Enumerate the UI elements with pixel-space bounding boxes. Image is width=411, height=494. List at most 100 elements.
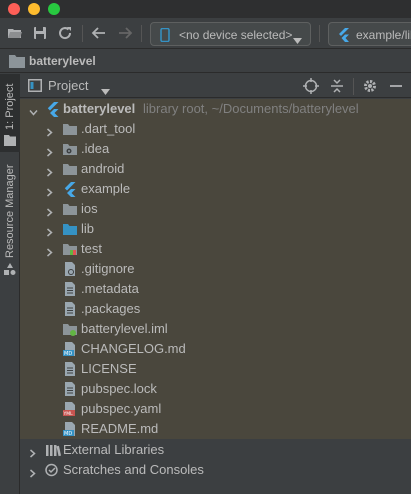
toolbar-divider bbox=[141, 25, 142, 42]
chevron-right-icon[interactable] bbox=[46, 185, 54, 200]
device-selector-label: <no device selected> bbox=[179, 28, 293, 42]
close-window-button[interactable] bbox=[8, 3, 20, 15]
tree-row[interactable]: .packages bbox=[20, 299, 411, 319]
chevron-right-icon[interactable] bbox=[46, 225, 54, 240]
breadcrumb-project[interactable]: batterylevel bbox=[29, 54, 96, 68]
phone-icon bbox=[160, 27, 170, 45]
svg-text:MD: MD bbox=[64, 351, 72, 357]
gitignore-file-icon bbox=[62, 261, 78, 277]
zoom-window-button[interactable] bbox=[48, 3, 60, 15]
tree-row[interactable]: MD CHANGELOG.md bbox=[20, 339, 411, 359]
flutter-icon bbox=[338, 28, 350, 45]
tree-row[interactable]: test bbox=[20, 239, 411, 259]
tree-item-label: .metadata bbox=[81, 281, 139, 296]
tree-row[interactable]: LICENSE bbox=[20, 359, 411, 379]
project-panel: Project batterylevel library root, ~/Doc… bbox=[20, 74, 411, 494]
markdown-file-icon: MD bbox=[62, 341, 78, 357]
text-file-icon bbox=[62, 281, 78, 297]
run-config-selector[interactable]: example/lib bbox=[328, 22, 411, 46]
text-file-icon bbox=[62, 301, 78, 317]
minimize-window-button[interactable] bbox=[28, 3, 40, 15]
tree-item-label: .idea bbox=[81, 141, 110, 156]
project-view-icon bbox=[28, 79, 42, 95]
forward-arrow-icon[interactable] bbox=[117, 25, 133, 41]
window-titlebar bbox=[0, 0, 411, 18]
svg-text:MD: MD bbox=[64, 431, 72, 437]
header-divider bbox=[353, 78, 354, 95]
back-arrow-icon[interactable] bbox=[91, 25, 107, 41]
chevron-right-icon[interactable] bbox=[29, 446, 37, 461]
tree-row[interactable]: YML pubspec.yaml bbox=[20, 399, 411, 419]
tree-row[interactable]: .idea bbox=[20, 139, 411, 159]
open-folder-icon[interactable] bbox=[7, 25, 23, 41]
svg-text:YML: YML bbox=[63, 411, 74, 417]
tree-item-label: .gitignore bbox=[81, 261, 135, 276]
test-folder-icon bbox=[62, 241, 78, 257]
tree-row[interactable]: lib bbox=[20, 219, 411, 239]
tree-row-external-libraries[interactable]: External Libraries bbox=[20, 440, 411, 460]
tree-row[interactable]: .gitignore bbox=[20, 259, 411, 279]
external-libraries-label: External Libraries bbox=[63, 442, 165, 457]
chevron-right-icon[interactable] bbox=[46, 125, 54, 140]
breadcrumb: batterylevel bbox=[0, 49, 411, 73]
tree-item-label: CHANGELOG.md bbox=[81, 341, 186, 356]
tree-row[interactable]: ios bbox=[20, 199, 411, 219]
tab-project[interactable]: 1: Project bbox=[0, 74, 20, 152]
chevron-right-icon[interactable] bbox=[46, 205, 54, 220]
tree-root-label: batterylevel bbox=[63, 101, 136, 116]
tree-item-label: README.md bbox=[81, 421, 159, 436]
iml-file-icon bbox=[62, 321, 78, 337]
tree-item-label: ios bbox=[81, 201, 98, 216]
toolbar-divider bbox=[319, 25, 320, 42]
chevron-down-icon bbox=[293, 32, 302, 47]
tree-row-scratches[interactable]: Scratches and Consoles bbox=[20, 460, 411, 480]
gear-icon[interactable] bbox=[362, 78, 378, 97]
device-selector[interactable]: <no device selected> bbox=[150, 22, 311, 46]
tree-row[interactable]: example bbox=[20, 179, 411, 199]
folder-icon bbox=[62, 161, 78, 177]
chevron-right-icon[interactable] bbox=[29, 466, 37, 481]
chevron-right-icon[interactable] bbox=[46, 165, 54, 180]
save-icon[interactable] bbox=[32, 25, 48, 41]
run-config-label: example/lib bbox=[356, 28, 411, 42]
scratches-label: Scratches and Consoles bbox=[63, 462, 204, 477]
sync-icon[interactable] bbox=[57, 25, 73, 41]
tree-row[interactable]: MD README.md bbox=[20, 419, 411, 439]
tree-row[interactable]: batterylevel.iml bbox=[20, 319, 411, 339]
tree-item-label: example bbox=[81, 181, 131, 196]
scratches-icon bbox=[45, 462, 61, 478]
chevron-expanded-icon[interactable] bbox=[29, 105, 38, 120]
tool-window-strip: 1: Project Resource Manager bbox=[0, 74, 20, 494]
toolbar-divider bbox=[82, 25, 83, 42]
project-panel-header: Project bbox=[20, 74, 411, 98]
tree-item-label: .dart_tool bbox=[81, 121, 136, 136]
tree-root-hint: library root, ~/Documents/batterylevel bbox=[143, 101, 359, 116]
library-icon bbox=[45, 442, 62, 458]
tree-item-label: LICENSE bbox=[81, 361, 137, 376]
collapse-all-icon[interactable] bbox=[329, 78, 345, 97]
source-folder-icon bbox=[62, 221, 78, 237]
tree-row[interactable]: .dart_tool bbox=[20, 119, 411, 139]
tab-project-label: 1: Project bbox=[4, 83, 16, 130]
tree-item-label: pubspec.yaml bbox=[81, 401, 162, 416]
flutter-icon bbox=[45, 101, 61, 117]
text-file-icon bbox=[62, 381, 78, 397]
chevron-right-icon[interactable] bbox=[46, 145, 54, 160]
locate-file-icon[interactable] bbox=[303, 78, 319, 97]
tab-resource-manager[interactable]: Resource Manager bbox=[0, 160, 20, 280]
folder-icon bbox=[4, 134, 16, 149]
chevron-down-icon[interactable] bbox=[101, 83, 110, 98]
tree-row-root[interactable]: batterylevel library root, ~/Documents/b… bbox=[20, 99, 411, 119]
project-view-selector[interactable]: Project bbox=[48, 78, 88, 93]
chevron-right-icon[interactable] bbox=[46, 245, 54, 260]
main-toolbar: <no device selected> example/lib bbox=[0, 18, 411, 49]
tree-item-label: lib bbox=[81, 221, 95, 236]
folder-settings-icon bbox=[62, 141, 78, 157]
folder-icon bbox=[62, 201, 78, 217]
tree-row[interactable]: android bbox=[20, 159, 411, 179]
tab-resource-manager-label: Resource Manager bbox=[4, 164, 16, 258]
tree-row[interactable]: .metadata bbox=[20, 279, 411, 299]
markdown-file-icon: MD bbox=[62, 421, 78, 437]
tree-row[interactable]: pubspec.lock bbox=[20, 379, 411, 399]
hide-panel-icon[interactable] bbox=[388, 78, 404, 97]
